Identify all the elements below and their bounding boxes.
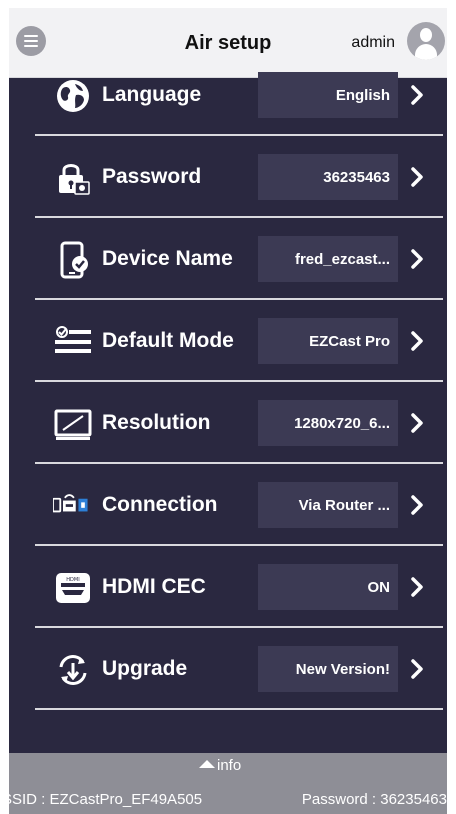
setting-value: Via Router ... [298, 496, 390, 514]
setting-value: 36235463 [323, 168, 390, 186]
router-connection-icon [53, 486, 93, 526]
setting-value: English [335, 86, 390, 104]
device-edit-icon [53, 240, 93, 280]
ssid-text: SSID : EZCastPro_EF49A505 [9, 791, 203, 808]
password-text: Password : 36235463 [301, 791, 447, 808]
setting-label: Upgrade [102, 657, 188, 680]
setting-row-default-mode[interactable]: Default Mode EZCast Pro [29, 300, 443, 382]
screen: Air setup admin Language English Passwor… [0, 0, 456, 814]
chevron-right-icon[interactable] [409, 412, 425, 434]
setting-row-device-name[interactable]: Device Name fred_ezcast... [29, 218, 443, 300]
setting-label: Language [102, 83, 202, 106]
info-label: info [217, 757, 242, 774]
setting-value-box[interactable]: New Version! [258, 646, 398, 692]
username: admin [351, 34, 395, 51]
setting-label: Default Mode [102, 329, 234, 352]
list-check-icon [53, 322, 93, 362]
row-divider [35, 708, 443, 710]
setting-value: New Version! [295, 660, 390, 678]
setting-label: HDMI CEC [102, 575, 206, 598]
chevron-right-icon[interactable] [409, 494, 425, 516]
setting-label: Device Name [102, 247, 233, 270]
setting-label: Resolution [102, 411, 211, 434]
chevron-right-icon[interactable] [409, 248, 425, 270]
monitor-icon [53, 404, 93, 444]
setting-value-box[interactable]: 1280x720_6... [258, 400, 398, 446]
setting-value-box[interactable]: EZCast Pro [258, 318, 398, 364]
setting-value: ON [367, 578, 391, 596]
setting-row-language[interactable]: Language English [29, 54, 443, 136]
chevron-right-icon[interactable] [409, 84, 425, 106]
chevron-right-icon[interactable] [409, 658, 425, 680]
setting-label: Connection [102, 493, 218, 516]
app-frame: Air setup admin Language English Passwor… [9, 8, 447, 814]
setting-value-box[interactable]: Via Router ... [258, 482, 398, 528]
setting-value-box[interactable]: English [258, 72, 398, 118]
upgrade-icon [53, 650, 93, 690]
setting-value-box[interactable]: fred_ezcast... [258, 236, 398, 282]
setting-row-upgrade[interactable]: Upgrade New Version! [29, 628, 443, 710]
setting-value: 1280x720_6... [294, 414, 390, 432]
setting-label: Password [102, 165, 202, 188]
setting-value: EZCast Pro [309, 332, 390, 350]
svg-text:HDMI: HDMI [66, 577, 79, 583]
info-footer: info SSID : EZCastPro_EF49A505 Password … [9, 753, 447, 814]
setting-row-hdmi-cec[interactable]: HDMI HDMI CEC ON [29, 546, 443, 628]
lock-icon [53, 158, 93, 198]
info-toggle[interactable]: info [199, 757, 241, 774]
chevron-right-icon[interactable] [409, 576, 425, 598]
setting-value: fred_ezcast... [294, 250, 390, 268]
globe-icon [53, 76, 93, 116]
setting-row-password[interactable]: Password 36235463 [29, 136, 443, 218]
chevron-up-icon [199, 759, 215, 768]
hdmi-icon: HDMI [53, 568, 93, 608]
setting-row-connection[interactable]: Connection Via Router ... [29, 464, 443, 546]
chevron-right-icon[interactable] [409, 330, 425, 352]
chevron-right-icon[interactable] [409, 166, 425, 188]
setting-row-resolution[interactable]: Resolution 1280x720_6... [29, 382, 443, 464]
setting-value-box[interactable]: ON [258, 564, 398, 610]
setting-value-box[interactable]: 36235463 [258, 154, 398, 200]
